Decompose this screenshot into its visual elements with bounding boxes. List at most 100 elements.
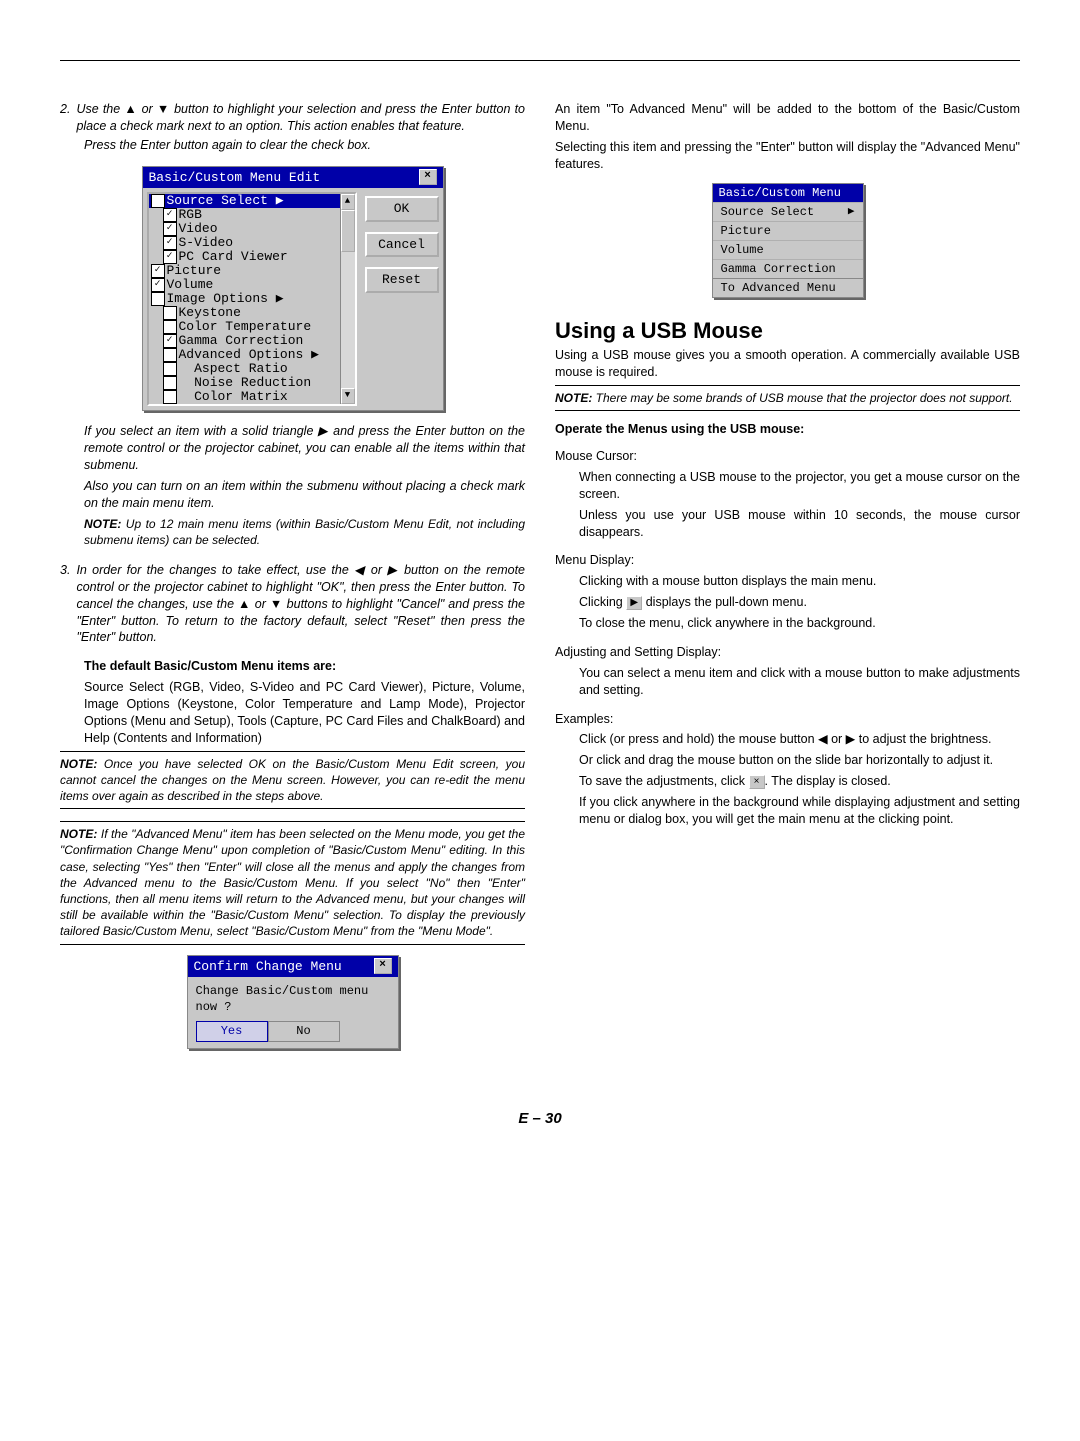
menu-row[interactable]: Gamma Correction bbox=[713, 259, 863, 278]
section-heading: Using a USB Mouse bbox=[555, 316, 1020, 346]
list-item[interactable]: ✓S-Video bbox=[149, 236, 355, 250]
basic-custom-menu: Basic/Custom Menu Source Select▶ Picture… bbox=[712, 183, 864, 298]
list-item[interactable]: ✓PC Card Viewer bbox=[149, 250, 355, 264]
list-item-label: Color Temperature bbox=[179, 320, 312, 334]
note-label: NOTE: bbox=[60, 757, 97, 771]
list-item[interactable]: ✓Volume bbox=[149, 278, 355, 292]
mouse-cursor-1: When connecting a USB mouse to the proje… bbox=[579, 469, 1020, 503]
yes-button[interactable]: Yes bbox=[196, 1021, 268, 1041]
list-item-label: Advanced Options ▶ bbox=[179, 348, 319, 362]
checkbox-icon[interactable] bbox=[163, 376, 177, 390]
list-item[interactable]: Advanced Options ▶ bbox=[149, 348, 355, 362]
list-item-label: Noise Reduction bbox=[179, 376, 312, 390]
list-item[interactable]: Color Matrix bbox=[149, 390, 355, 404]
checkbox-icon[interactable]: ✓ bbox=[163, 222, 177, 236]
para-solid-triangle: If you select an item with a solid trian… bbox=[84, 423, 525, 474]
menu-row-advanced[interactable]: To Advanced Menu bbox=[713, 278, 863, 297]
list-item[interactable]: Keystone bbox=[149, 306, 355, 320]
para-submenu: Also you can turn on an item within the … bbox=[84, 478, 525, 512]
note1-text: Up to 12 main menu items (within Basic/C… bbox=[84, 517, 525, 547]
checkbox-icon[interactable]: ✓ bbox=[151, 264, 165, 278]
list-item-label: Gamma Correction bbox=[179, 334, 304, 348]
list-item[interactable]: ✓Video bbox=[149, 222, 355, 236]
list-item[interactable]: Image Options ▶ bbox=[149, 292, 355, 306]
checkbox-icon[interactable]: ✓ bbox=[151, 194, 165, 208]
step3-text: In order for the changes to take effect,… bbox=[76, 562, 525, 646]
mouse-cursor-head: Mouse Cursor: bbox=[555, 448, 1020, 465]
menu-display-2: Clicking ▶ displays the pull-down menu. bbox=[579, 594, 1020, 611]
note-label: NOTE: bbox=[555, 391, 592, 405]
step2-text: Use the ▲ or ▼ button to highlight your … bbox=[76, 101, 525, 135]
list-item-label: S-Video bbox=[179, 236, 234, 250]
list-item-label: Color Matrix bbox=[179, 390, 288, 404]
checkbox-icon[interactable] bbox=[163, 306, 177, 320]
checkbox-icon[interactable]: ✓ bbox=[163, 334, 177, 348]
list-item[interactable]: ✓Picture bbox=[149, 264, 355, 278]
checkbox-icon[interactable]: ✓ bbox=[163, 250, 177, 264]
list-item-label: Picture bbox=[167, 264, 222, 278]
list-item-label: PC Card Viewer bbox=[179, 250, 288, 264]
list-item[interactable]: Noise Reduction bbox=[149, 376, 355, 390]
checkbox-icon[interactable] bbox=[151, 292, 165, 306]
list-item-label: Aspect Ratio bbox=[179, 362, 288, 376]
checkbox-icon[interactable]: ✓ bbox=[163, 208, 177, 222]
chevron-right-icon: ▶ bbox=[848, 204, 855, 220]
list-item[interactable]: Color Temperature bbox=[149, 320, 355, 334]
menu-edit-title: Basic/Custom Menu Edit bbox=[149, 169, 321, 187]
checkbox-icon[interactable] bbox=[163, 348, 177, 362]
close-icon[interactable]: × bbox=[374, 958, 392, 974]
examples-head: Examples: bbox=[555, 711, 1020, 728]
page-number: E – 30 bbox=[60, 1109, 1020, 1129]
list-item[interactable]: ✓RGB bbox=[149, 208, 355, 222]
scroll-up-icon[interactable]: ▲ bbox=[341, 194, 355, 210]
menu-row[interactable]: Volume bbox=[713, 240, 863, 259]
list-item-label: RGB bbox=[179, 208, 202, 222]
adjust-head: Adjusting and Setting Display: bbox=[555, 644, 1020, 661]
checkbox-icon[interactable] bbox=[163, 362, 177, 376]
scrollbar[interactable]: ▲ ▼ bbox=[340, 194, 355, 404]
default-items-head: The default Basic/Custom Menu items are: bbox=[84, 658, 525, 675]
menu-row[interactable]: Source Select▶ bbox=[713, 202, 863, 221]
list-item-label: Keystone bbox=[179, 306, 241, 320]
confirm-title: Confirm Change Menu bbox=[194, 958, 342, 976]
list-item[interactable]: ✓Gamma Correction bbox=[149, 334, 355, 348]
cancel-button[interactable]: Cancel bbox=[365, 232, 439, 258]
adjust-1: You can select a menu item and click wit… bbox=[579, 665, 1020, 699]
default-items-body: Source Select (RGB, Video, S-Video and P… bbox=[84, 679, 525, 747]
checkbox-icon[interactable] bbox=[163, 390, 177, 404]
close-x-icon: × bbox=[749, 775, 765, 789]
example-4: If you click anywhere in the background … bbox=[579, 794, 1020, 828]
list-item-label: Video bbox=[179, 222, 218, 236]
menu-row[interactable]: Picture bbox=[713, 221, 863, 240]
basic-menu-title: Basic/Custom Menu bbox=[713, 184, 863, 202]
list-item[interactable]: ✓Source Select ▶ bbox=[149, 194, 355, 208]
menu-edit-dialog: Basic/Custom Menu Edit × ✓Source Select … bbox=[142, 166, 444, 412]
close-icon[interactable]: × bbox=[419, 169, 437, 185]
adv-menu-p1: An item "To Advanced Menu" will be added… bbox=[555, 101, 1020, 135]
list-item-label: Image Options ▶ bbox=[167, 292, 284, 306]
right-column: An item "To Advanced Menu" will be added… bbox=[555, 101, 1020, 1059]
list-item-label: Source Select ▶ bbox=[167, 194, 284, 208]
usb-note: There may be some brands of USB mouse th… bbox=[592, 391, 1012, 405]
note-label: NOTE: bbox=[84, 517, 121, 531]
step-number: 2. bbox=[60, 101, 70, 135]
scroll-down-icon[interactable]: ▼ bbox=[341, 388, 355, 404]
mouse-cursor-2: Unless you use your USB mouse within 10 … bbox=[579, 507, 1020, 541]
confirm-message: Change Basic/Custom menu now ? bbox=[188, 977, 398, 1017]
no-button[interactable]: No bbox=[268, 1021, 340, 1041]
menu-edit-list[interactable]: ✓Source Select ▶✓RGB✓Video✓S-Video✓PC Ca… bbox=[147, 192, 357, 406]
note2-text: Once you have selected OK on the Basic/C… bbox=[60, 757, 525, 803]
usb-intro: Using a USB mouse gives you a smooth ope… bbox=[555, 347, 1020, 381]
checkbox-icon[interactable] bbox=[163, 320, 177, 334]
top-rule bbox=[60, 60, 1020, 61]
menu-display-3: To close the menu, click anywhere in the… bbox=[579, 615, 1020, 632]
step2-text-b: Press the Enter button again to clear th… bbox=[84, 137, 525, 154]
note3-text: If the "Advanced Menu" item has been sel… bbox=[60, 827, 525, 938]
menu-display-head: Menu Display: bbox=[555, 552, 1020, 569]
list-item[interactable]: Aspect Ratio bbox=[149, 362, 355, 376]
list-item-label: Volume bbox=[167, 278, 214, 292]
checkbox-icon[interactable]: ✓ bbox=[151, 278, 165, 292]
checkbox-icon[interactable]: ✓ bbox=[163, 236, 177, 250]
reset-button[interactable]: Reset bbox=[365, 267, 439, 293]
ok-button[interactable]: OK bbox=[365, 196, 439, 222]
